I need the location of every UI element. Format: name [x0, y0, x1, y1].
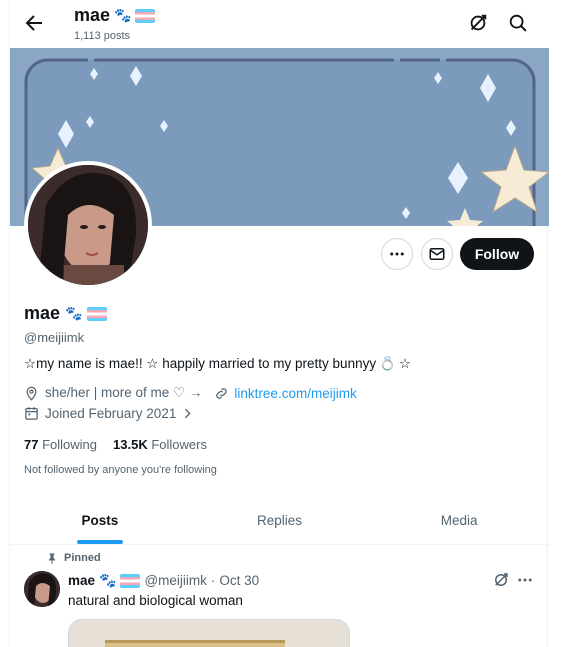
profile-location: she/her | more of me ♡ → — [45, 385, 203, 400]
pin-icon — [49, 553, 55, 564]
profile-name-text: mae — [24, 303, 61, 323]
location-icon — [26, 386, 37, 401]
tab-posts[interactable]: Posts — [10, 497, 190, 544]
search-icon[interactable] — [507, 12, 529, 34]
follow-button[interactable]: Follow — [460, 238, 534, 270]
grok-icon[interactable] — [492, 571, 510, 589]
bio-end-star: ☆ — [398, 356, 412, 371]
pinned-indicator: Pinned — [46, 552, 101, 564]
profile-column: mae 🐾 1,113 posts Follow mae 🐾 @meijiimk… — [9, 0, 549, 647]
post-header: mae 🐾 @meijiimk · Oct 30 — [68, 572, 259, 589]
avatar-photo — [28, 165, 148, 285]
message-icon — [429, 248, 445, 260]
bio-text: ☆my name is mae!! ☆ happily married to m… — [24, 356, 377, 371]
back-arrow-icon[interactable] — [22, 11, 46, 35]
top-bar: mae 🐾 1,113 posts — [10, 0, 549, 48]
profile-link[interactable]: linktree.com/meijimk — [234, 386, 356, 401]
trans-flag-icon — [87, 306, 108, 321]
more-icon — [390, 252, 404, 256]
trans-flag-icon — [135, 8, 156, 23]
paw-emoji-icon: 🐾 — [114, 7, 132, 23]
tab-replies[interactable]: Replies — [190, 497, 370, 544]
post-media[interactable] — [68, 619, 350, 647]
profile-meta-row: she/her | more of me ♡ → linktree.com/me… — [24, 385, 357, 401]
not-followed-note: Not followed by anyone you're following — [24, 464, 217, 476]
post-separator: · — [210, 573, 216, 588]
profile-joined-row: Joined February 2021 — [24, 406, 194, 421]
post-handle[interactable]: @meijiimk — [144, 573, 206, 588]
message-button[interactable] — [421, 238, 453, 270]
ring-emoji-icon: 💍 — [379, 356, 396, 371]
following-link[interactable]: 77 Following — [24, 437, 97, 452]
grok-icon[interactable] — [467, 12, 489, 34]
post-text: natural and biological woman — [68, 593, 243, 608]
profile-avatar[interactable] — [24, 161, 152, 289]
link-icon — [216, 387, 228, 399]
followers-link[interactable]: 13.5K Followers — [113, 437, 207, 452]
post-avatar[interactable] — [24, 571, 60, 607]
followers-label: Followers — [151, 437, 207, 452]
following-count: 77 — [24, 437, 39, 452]
profile-tabs: Posts Replies Media — [10, 497, 549, 545]
followers-count: 13.5K — [113, 437, 148, 452]
paw-emoji-icon: 🐾 — [99, 572, 117, 588]
tab-media[interactable]: Media — [369, 497, 549, 544]
calendar-icon — [25, 407, 38, 420]
profile-display-name: mae 🐾 — [24, 303, 108, 324]
post-date[interactable]: Oct 30 — [219, 573, 259, 588]
header-post-count: 1,113 posts — [74, 30, 131, 42]
header-name-text: mae — [74, 5, 111, 25]
chevron-right-icon[interactable] — [181, 407, 194, 420]
following-label: Following — [42, 437, 98, 452]
profile-stats: 77 Following 13.5K Followers — [24, 437, 207, 452]
paw-emoji-icon: 🐾 — [65, 305, 83, 321]
header-display-name: mae 🐾 — [74, 5, 156, 26]
pinned-label: Pinned — [64, 552, 101, 564]
profile-joined: Joined February 2021 — [45, 406, 177, 421]
more-options-button[interactable] — [381, 238, 413, 270]
post-avatar-photo — [24, 571, 60, 607]
trans-flag-icon — [120, 573, 141, 588]
more-icon[interactable] — [516, 571, 534, 589]
profile-bio: ☆my name is mae!! ☆ happily married to m… — [24, 356, 411, 372]
post-media-image — [69, 620, 349, 647]
post-author[interactable]: mae — [68, 573, 95, 588]
profile-handle: @meijiimk — [24, 330, 85, 345]
